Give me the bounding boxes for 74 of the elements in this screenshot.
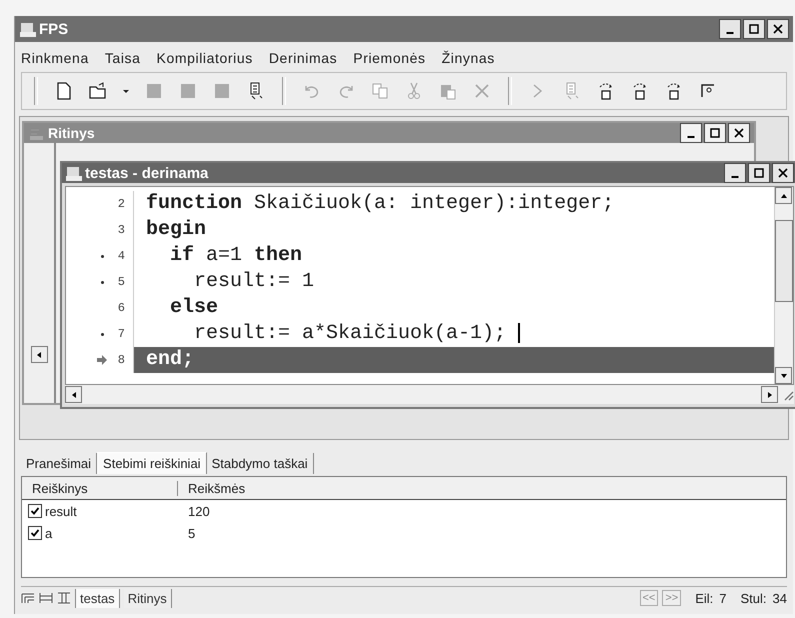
- checkbox[interactable]: [28, 526, 42, 540]
- menu-item[interactable]: Žinynas: [442, 50, 495, 66]
- table-cell: result: [45, 504, 77, 518]
- line-number: 5: [118, 275, 125, 289]
- left-arrow-icon: [35, 350, 43, 358]
- close-button[interactable]: [728, 123, 750, 143]
- minimize-button[interactable]: [719, 19, 741, 39]
- line-number: 6: [118, 301, 125, 315]
- scroll-right-button[interactable]: [761, 386, 778, 403]
- window-tab[interactable]: testas: [75, 588, 120, 608]
- code-line: begin: [145, 217, 208, 243]
- scrollbar-thumb[interactable]: [775, 220, 793, 302]
- menu-item[interactable]: Priemonės: [353, 50, 426, 66]
- column-header[interactable]: Reikšmės: [178, 480, 246, 496]
- menu-item[interactable]: Derinimas: [268, 50, 338, 66]
- table-cell-text: 5: [187, 526, 196, 540]
- scroll-up-button[interactable]: [775, 187, 792, 204]
- line-label: Eil:: [695, 590, 714, 606]
- cascade-icon[interactable]: [21, 592, 35, 604]
- minimize-icon: [726, 32, 734, 34]
- breakpoint-dot[interactable]: [100, 332, 104, 336]
- code-line: else: [169, 295, 220, 321]
- breakpoint-dot[interactable]: [100, 254, 104, 258]
- column-header[interactable]: Reiškinys: [22, 480, 178, 496]
- up-arrow-icon: [780, 192, 788, 200]
- maximize-button[interactable]: [743, 19, 765, 39]
- breakpoint-dot[interactable]: [100, 280, 104, 284]
- tile-horizontal-icon[interactable]: [39, 592, 53, 604]
- line-number: 8: [118, 353, 125, 367]
- column-number: 34: [772, 590, 787, 606]
- maximize-button[interactable]: [704, 123, 726, 143]
- left-arrow-icon: [70, 390, 78, 398]
- minimize-icon: [687, 136, 695, 138]
- window-title: FPS: [39, 20, 68, 38]
- code-line: result:= 1: [193, 269, 316, 295]
- menu-item[interactable]: Kompiliatorius: [156, 50, 253, 66]
- scroll-left-button[interactable]: [30, 346, 48, 363]
- close-button[interactable]: [772, 163, 794, 183]
- close-button[interactable]: [767, 19, 789, 39]
- column-label: Stul:: [740, 590, 767, 606]
- resize-grip-icon[interactable]: [782, 388, 794, 400]
- tab[interactable]: Stebimi reiškiniai: [97, 452, 207, 474]
- checkbox[interactable]: [28, 504, 42, 518]
- close-icon: [773, 24, 783, 34]
- code-line: function Skaičiuok(a: integer):integer;: [145, 191, 616, 217]
- line-number: 3: [118, 223, 125, 237]
- right-arrow-icon: [766, 390, 774, 398]
- maximize-icon: [710, 128, 720, 138]
- line-number: 7: [118, 327, 125, 341]
- minimize-button[interactable]: [724, 163, 746, 183]
- maximize-button[interactable]: [748, 163, 770, 183]
- scroll-left-button[interactable]: [65, 386, 82, 403]
- code-line: if a=1 then: [169, 243, 304, 269]
- line-number: 4: [118, 249, 125, 263]
- menu-item[interactable]: Taisa: [104, 50, 141, 66]
- window-title: testas - derinama: [85, 164, 208, 182]
- line-number: 7: [719, 590, 727, 606]
- tile-vertical-icon[interactable]: [57, 592, 71, 604]
- down-arrow-icon: [780, 372, 788, 380]
- window-title: Ritinys: [48, 125, 95, 141]
- line-number: 2: [118, 197, 125, 211]
- menu-item[interactable]: Rinkmena: [21, 50, 89, 66]
- maximize-icon: [749, 24, 759, 34]
- close-icon: [734, 128, 744, 138]
- app-icon: [65, 164, 83, 182]
- table-cell: a: [45, 526, 52, 540]
- table-cell-text: 120: [187, 504, 210, 518]
- close-icon: [778, 168, 788, 178]
- maximize-icon: [754, 168, 764, 178]
- scroll-down-button[interactable]: [775, 367, 792, 384]
- code-line: result:= a*Skaičiuok(a-1);: [134, 321, 774, 347]
- minimize-button[interactable]: [680, 123, 702, 143]
- minimize-icon: [731, 176, 739, 178]
- app-icon: [19, 20, 37, 38]
